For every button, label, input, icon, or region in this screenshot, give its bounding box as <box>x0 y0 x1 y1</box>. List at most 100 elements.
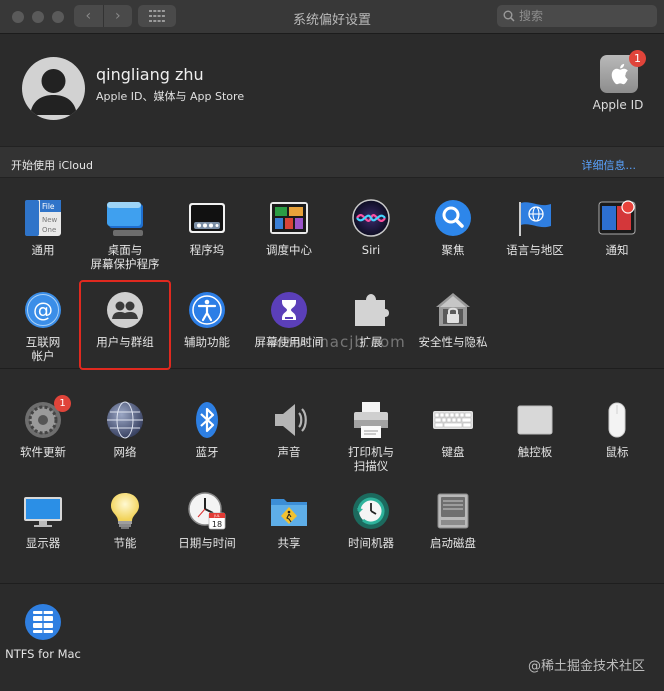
pref-label: 聚焦 <box>441 243 465 257</box>
apple-id-badge: 1 <box>629 50 646 67</box>
pref-startup-disk[interactable]: 启动磁盘 <box>412 491 494 550</box>
pref-dock[interactable]: 程序坞 <box>166 198 248 257</box>
pref-sharing[interactable]: 共享 <box>248 491 330 550</box>
footer-watermark: @稀土掘金技术社区 <box>527 659 645 674</box>
general-icon-new-text: New <box>42 216 58 224</box>
keyboard-icon <box>433 400 473 440</box>
icloud-banner-text: 开始使用 iCloud <box>11 159 93 172</box>
pref-label: 互联网 帐户 <box>25 335 61 363</box>
user-name: qingliang zhu <box>96 65 204 84</box>
pref-label: 程序坞 <box>189 243 225 257</box>
pref-label: NTFS for Mac <box>5 647 81 661</box>
pref-label: 鼠标 <box>605 445 629 459</box>
search-field[interactable] <box>497 5 657 27</box>
pref-keyboard[interactable]: 键盘 <box>412 400 494 459</box>
pref-label: 桌面与 屏幕保护程序 <box>90 243 160 271</box>
apple-logo-icon <box>611 63 628 85</box>
pref-label: 启动磁盘 <box>430 536 476 550</box>
pref-notifications[interactable]: 通知 <box>576 198 658 257</box>
date-time-icon: JUL 18 <box>187 491 227 531</box>
pref-label: 网络 <box>113 445 137 459</box>
ntfs-for-mac-icon <box>23 602 63 642</box>
pref-label: 通用 <box>31 243 55 257</box>
pref-spotlight[interactable]: 聚焦 <box>412 198 494 257</box>
siri-icon <box>351 198 391 238</box>
notifications-icon <box>597 198 637 238</box>
users-groups-highlight <box>79 280 171 370</box>
pref-siri[interactable]: Siri <box>330 198 412 257</box>
mouse-icon <box>597 400 637 440</box>
language-region-icon <box>515 198 555 238</box>
general-icon-one-text: One <box>42 226 56 234</box>
displays-icon <box>23 491 63 531</box>
pref-label: 共享 <box>277 536 301 550</box>
pref-general[interactable]: File New One 通用 <box>2 198 84 257</box>
startup-disk-icon <box>433 491 473 531</box>
svg-text:@: @ <box>33 298 53 322</box>
title-bar: ‹ › 系统偏好设置 <box>0 0 664 34</box>
user-avatar[interactable] <box>22 57 85 120</box>
pref-displays[interactable]: 显示器 <box>2 491 84 550</box>
pref-time-machine[interactable]: 时间机器 <box>330 491 412 550</box>
pref-ntfs-for-mac[interactable]: NTFS for Mac <box>2 602 84 661</box>
accessibility-icon <box>187 290 227 330</box>
mission-control-icon <box>269 198 309 238</box>
calendar-day-text: 18 <box>212 520 222 529</box>
pref-internet-accounts[interactable]: @ 互联网 帐户 <box>2 290 84 363</box>
bluetooth-icon <box>187 400 227 440</box>
pref-label: 节能 <box>113 536 137 550</box>
screen-time-icon <box>269 290 309 330</box>
search-icon <box>503 10 515 22</box>
software-update-icon: 1 <box>23 395 71 440</box>
pref-trackpad[interactable]: 触控板 <box>494 400 576 459</box>
user-silhouette-icon <box>30 69 77 115</box>
pref-mission-control[interactable]: 调度中心 <box>248 198 330 257</box>
calendar-month-text: JUL <box>213 514 220 518</box>
pref-label: 声音 <box>277 445 301 459</box>
general-icon-file-text: File <box>42 202 55 211</box>
pref-label: 触控板 <box>517 445 553 459</box>
pref-bluetooth[interactable]: 蓝牙 <box>166 400 248 459</box>
pref-printers-scanners[interactable]: 打印机与 扫描仪 <box>330 400 412 473</box>
pref-label: 语言与地区 <box>506 243 564 257</box>
pref-security-privacy[interactable]: 安全性与隐私 <box>412 290 494 349</box>
pref-label: 通知 <box>605 243 629 257</box>
pref-label: 辅助功能 <box>184 335 230 349</box>
icloud-banner: 开始使用 iCloud 详细信息... <box>0 146 664 178</box>
pref-network[interactable]: 网络 <box>84 400 166 459</box>
pref-sound[interactable]: 声音 <box>248 400 330 459</box>
dock-icon <box>187 198 227 238</box>
general-icon: File New One <box>23 198 63 238</box>
pref-label: 打印机与 扫描仪 <box>348 445 394 473</box>
icloud-details-link[interactable]: 详细信息... <box>582 157 637 173</box>
search-input[interactable] <box>519 9 649 23</box>
pref-label: 软件更新 <box>20 445 66 459</box>
update-badge: 1 <box>54 395 71 412</box>
pref-software-update[interactable]: 1 软件更新 <box>2 395 84 459</box>
pref-label: 蓝牙 <box>195 445 219 459</box>
sharing-icon <box>269 491 309 531</box>
pref-date-time[interactable]: JUL 18 日期与时间 <box>166 491 248 550</box>
extensions-icon <box>351 290 391 330</box>
energy-saver-icon <box>105 491 145 531</box>
pref-accessibility[interactable]: 辅助功能 <box>166 290 248 349</box>
apple-id-label: Apple ID <box>592 98 644 112</box>
spotlight-icon <box>433 198 473 238</box>
internet-accounts-icon: @ <box>23 290 63 330</box>
network-icon <box>105 400 145 440</box>
pref-label: 显示器 <box>25 536 61 550</box>
pref-mouse[interactable]: 鼠标 <box>576 400 658 459</box>
pref-label: Siri <box>361 243 381 257</box>
pref-desktop-screensaver[interactable]: 桌面与 屏幕保护程序 <box>84 198 166 271</box>
pref-language-region[interactable]: 语言与地区 <box>494 198 576 257</box>
sound-icon <box>269 400 309 440</box>
time-machine-icon <box>351 491 391 531</box>
trackpad-icon <box>515 400 555 440</box>
pref-energy-saver[interactable]: 节能 <box>84 491 166 550</box>
pref-label: 日期与时间 <box>178 536 236 550</box>
pref-label: 时间机器 <box>348 536 394 550</box>
pref-label: 安全性与隐私 <box>418 335 488 349</box>
desktop-screensaver-icon <box>105 198 145 238</box>
user-subtitle: Apple ID、媒体与 App Store <box>96 90 245 103</box>
section-divider <box>0 583 664 584</box>
